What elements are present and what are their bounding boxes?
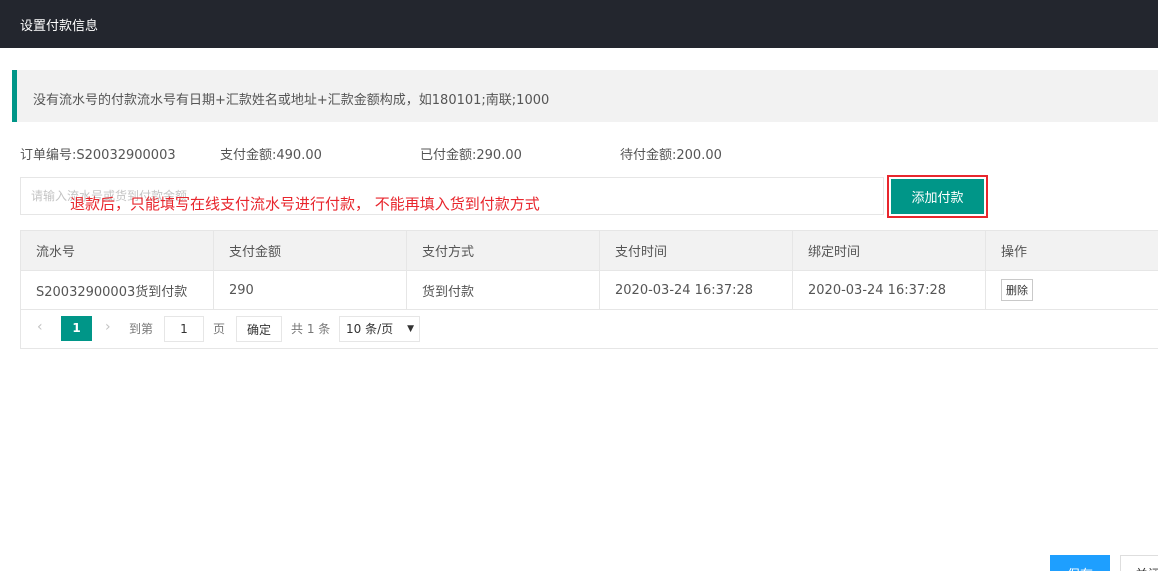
cell-action: 删除 [985,270,1158,310]
page-unit-label: 页 [213,322,226,336]
header-serial: 流水号 [20,230,214,271]
cell-amount: 290 [213,270,407,310]
page-1-button[interactable]: 1 [61,316,92,341]
annotation-text: 退款后，只能填写在线支付流水号进行付款， 不能再填入货到付款方式 [70,195,540,213]
cell-serial: S20032900003货到付款 [20,270,214,310]
dialog-titlebar: 设置付款信息 [0,0,1158,48]
header-method: 支付方式 [406,230,600,271]
pending-amount: 待付金额:200.00 [620,148,722,163]
dialog-title: 设置付款信息 [20,19,99,34]
header-bind-time: 绑定时间 [792,230,986,271]
pagination: ‹ 1 › 到第 页 确定 共 1 条 10 条/页 ▼ [20,309,1158,349]
cell-bind-time: 2020-03-24 16:37:28 [792,270,986,310]
notice-banner: 没有流水号的付款流水号有日期+汇款姓名或地址+汇款金额构成，如180101;南联… [12,70,1158,122]
table-header-row: 流水号 支付金额 支付方式 支付时间 绑定时间 操作 [20,230,1158,271]
delete-button[interactable]: 删除 [1001,279,1033,301]
notice-text: 没有流水号的付款流水号有日期+汇款姓名或地址+汇款金额构成，如180101;南联… [33,93,550,108]
close-button[interactable]: 关闭 [1120,555,1158,571]
cell-pay-time: 2020-03-24 16:37:28 [599,270,793,310]
chevron-left-icon[interactable]: ‹ [37,319,43,335]
page-size-value: 10 条/页 [346,322,394,336]
cell-method: 货到付款 [406,270,600,310]
highlight-frame: 添加付款 [887,175,988,218]
save-button[interactable]: 保存 [1050,555,1110,571]
payment-table: 流水号 支付金额 支付方式 支付时间 绑定时间 操作 S20032900003货… [20,230,1158,310]
chevron-right-icon[interactable]: › [105,319,111,335]
paid-amount: 已付金额:290.00 [420,148,522,163]
table-row: S20032900003货到付款 290 货到付款 2020-03-24 16:… [20,270,1158,310]
pay-amount: 支付金额:490.00 [220,148,322,163]
add-payment-button[interactable]: 添加付款 [891,179,984,214]
header-amount: 支付金额 [213,230,407,271]
goto-label: 到第 [129,322,154,336]
total-count: 共 1 条 [291,322,331,336]
page-confirm-button[interactable]: 确定 [236,316,282,342]
page-number-input[interactable] [164,316,204,342]
page-size-select[interactable]: 10 条/页 ▼ [339,316,420,342]
header-pay-time: 支付时间 [599,230,793,271]
caret-down-icon: ▼ [407,324,414,334]
order-number: 订单编号:S20032900003 [20,148,176,163]
header-action: 操作 [985,230,1158,271]
